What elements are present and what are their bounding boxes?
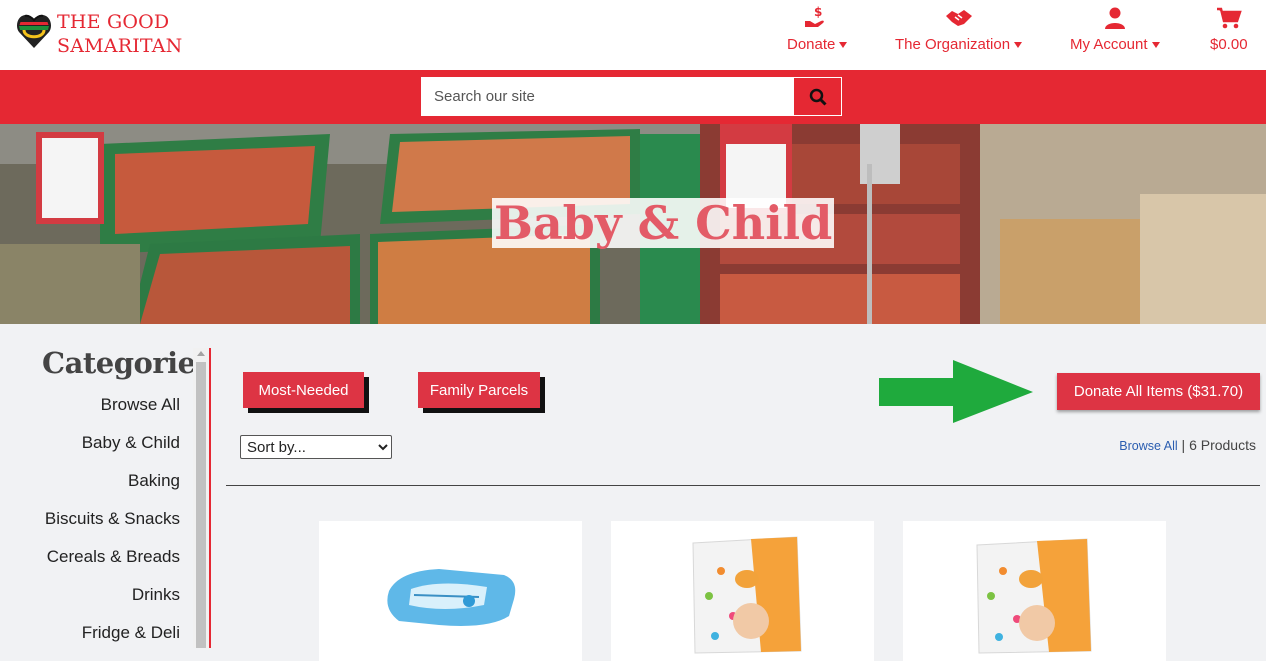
nav-my-account-label: My Account — [1070, 36, 1148, 53]
nav-organization-label: The Organization — [895, 36, 1011, 53]
sort-select[interactable]: Sort by... — [240, 435, 392, 459]
diapers-pack-icon — [692, 536, 802, 654]
chevron-down-icon — [1151, 41, 1160, 48]
family-parcels-button[interactable]: Family Parcels — [418, 372, 540, 408]
brand-line-1: THE GOOD — [57, 11, 170, 33]
cart-total: $0.00 — [1210, 36, 1248, 53]
product-card[interactable] — [611, 521, 874, 661]
category-sidebar: Categories Browse All Baby & Child Bakin… — [0, 340, 212, 648]
category-fridge-deli[interactable]: Fridge & Deli — [82, 623, 180, 643]
browse-all-link[interactable]: Browse All — [1119, 439, 1177, 453]
user-icon — [1104, 7, 1125, 29]
category-drinks[interactable]: Drinks — [132, 585, 180, 605]
nav-cart[interactable]: $0.00 — [1210, 6, 1248, 53]
category-browse-all[interactable]: Browse All — [101, 395, 180, 415]
categories-heading: Categories — [42, 346, 212, 380]
donate-all-items-button[interactable]: Donate All Items ($31.70) — [1057, 373, 1260, 410]
content-divider — [226, 485, 1260, 486]
nav-my-account[interactable]: My Account — [1070, 6, 1160, 53]
product-count: 6 Products — [1189, 437, 1256, 453]
nav-organization[interactable]: The Organization — [895, 6, 1023, 53]
search-input[interactable] — [421, 77, 793, 116]
hero-title: Baby & Child — [492, 196, 835, 250]
category-cereals-breads[interactable]: Cereals & Breads — [47, 547, 180, 567]
hand-dollar-icon: $ — [805, 6, 825, 27]
brand-name[interactable]: THE GOOD SAMARITAN — [57, 10, 183, 58]
nav-donate[interactable]: $ Donate — [787, 6, 848, 53]
product-card[interactable] — [903, 521, 1166, 661]
category-baby-child[interactable]: Baby & Child — [82, 433, 180, 453]
handshake-icon — [945, 10, 972, 26]
search-icon — [809, 88, 827, 106]
svg-text:$: $ — [814, 6, 822, 19]
hero-banner: Baby & Child — [0, 124, 1266, 324]
search-button[interactable] — [793, 77, 842, 116]
baby-wipes-icon — [387, 569, 516, 626]
sidebar-divider — [209, 348, 211, 648]
chevron-down-icon — [839, 41, 848, 48]
results-separator: | — [1181, 437, 1186, 453]
brand-line-2: SAMARITAN — [57, 35, 183, 57]
sidebar-scroll-thumb[interactable] — [196, 362, 206, 648]
product-card[interactable] — [319, 521, 582, 661]
most-needed-button[interactable]: Most-Needed — [243, 372, 364, 408]
category-baking[interactable]: Baking — [128, 471, 180, 491]
site-header: THE GOOD SAMARITAN $ Donate The Organiza… — [0, 0, 1266, 70]
category-biscuits-snacks[interactable]: Biscuits & Snacks — [45, 509, 180, 529]
cart-icon — [1216, 7, 1242, 29]
chevron-down-icon — [1014, 41, 1023, 48]
green-arrow-icon — [879, 360, 1033, 423]
nav-donate-label: Donate — [787, 36, 836, 53]
search-bar — [0, 70, 1266, 124]
logo-icon[interactable] — [16, 10, 52, 50]
scroll-up-icon[interactable] — [197, 351, 205, 356]
diapers-pack-icon — [976, 538, 1092, 654]
results-summary: Browse All | 6 Products — [1119, 437, 1256, 453]
